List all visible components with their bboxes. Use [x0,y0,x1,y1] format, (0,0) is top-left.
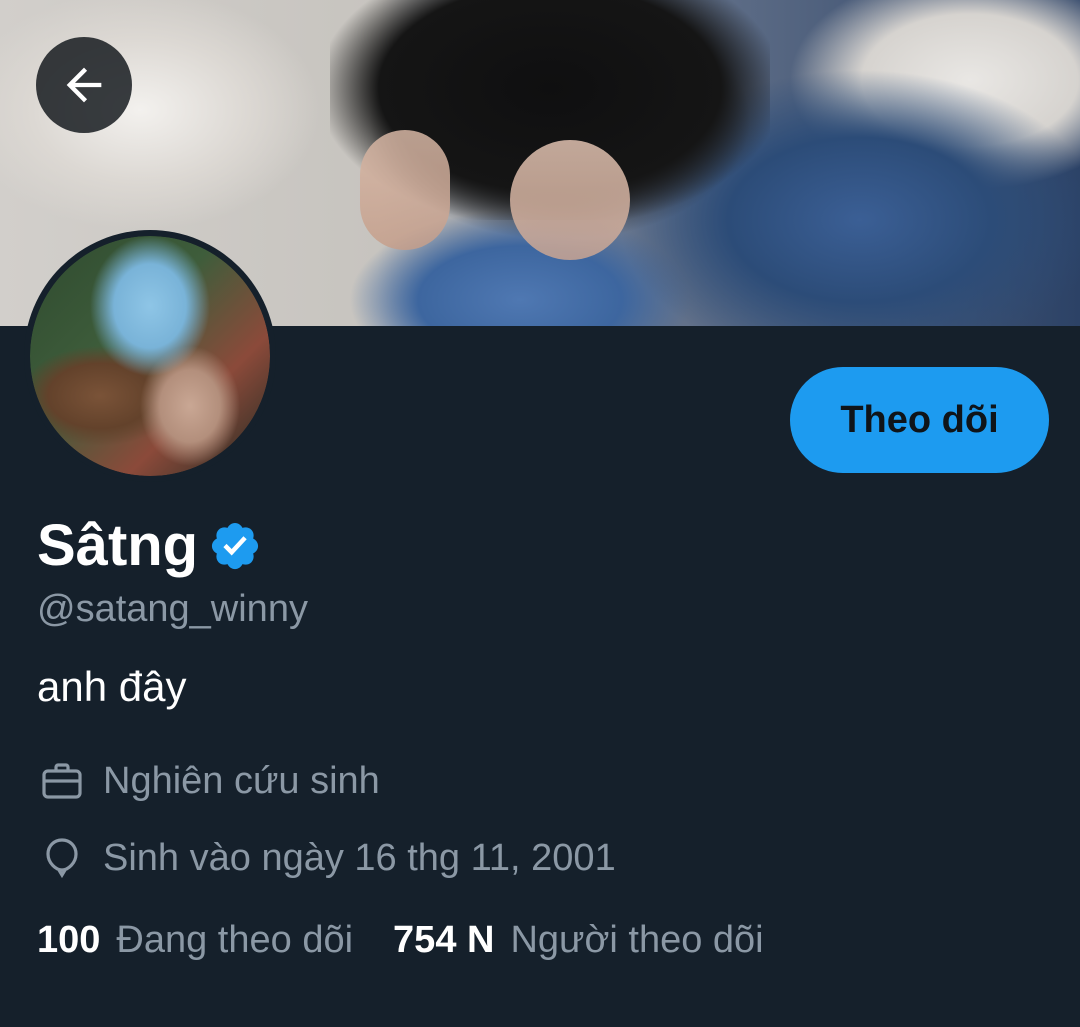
profile-stats: 100 Đang theo dõi 754 N Người theo dõi [37,919,764,962]
avatar-photo [30,236,270,476]
following-label: Đang theo dõi [116,919,354,961]
name-row: Sâtng [37,512,262,579]
following-count: 100 [37,919,101,961]
profile-bio: anh đây [37,663,187,710]
following-link[interactable]: 100 Đang theo dõi [37,919,353,962]
job-text: Nghiên cứu sinh [103,759,380,802]
profile-birthday: Sinh vào ngày 16 thg 11, 2001 [37,833,616,883]
avatar[interactable] [30,236,270,476]
display-name: Sâtng [37,513,199,578]
briefcase-icon [37,756,87,806]
followers-label: Người theo dõi [510,919,764,961]
banner-photo-detail [510,140,630,260]
profile-job: Nghiên cứu sinh [37,756,380,806]
followers-link[interactable]: 754 N Người theo dõi [393,919,764,962]
followers-count: 754 N [393,919,495,961]
arrow-left-icon [66,67,102,103]
birthday-text: Sinh vào ngày 16 thg 11, 2001 [103,836,616,879]
follow-button[interactable]: Theo dõi [790,367,1049,473]
profile-handle: @satang_winny [37,588,308,630]
banner-photo-detail [360,130,450,250]
balloon-icon [37,833,87,883]
verified-badge-icon[interactable] [208,519,262,573]
back-button[interactable] [36,37,132,133]
